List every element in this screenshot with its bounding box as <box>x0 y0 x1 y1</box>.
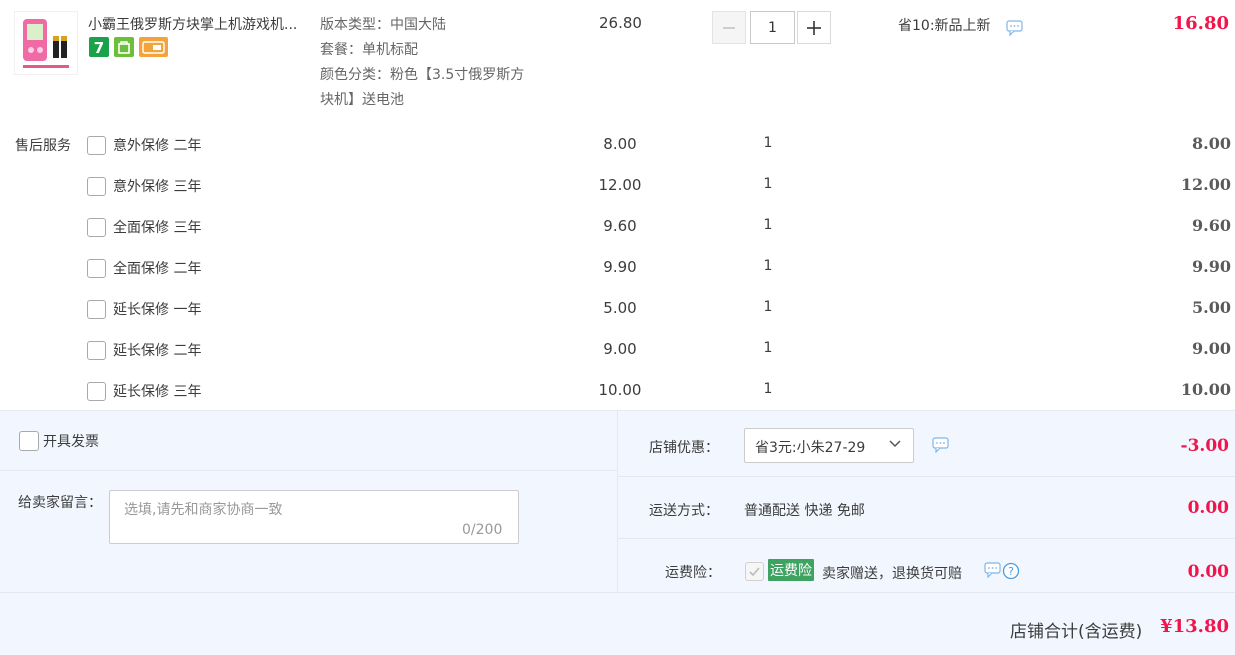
service-price: 5.00 <box>603 299 637 317</box>
service-quantity: 1 <box>763 381 773 397</box>
service-row: 全面保修 三年 9.60 1 9.60 <box>0 214 1235 255</box>
message-char-count: 0/200 <box>462 522 503 538</box>
service-name[interactable]: 延长保修 一年 <box>113 299 201 319</box>
svg-text:7: 7 <box>94 39 104 57</box>
row-divider <box>618 538 1235 539</box>
message-label: 给卖家留言： <box>18 495 102 511</box>
product-title-link[interactable]: 小霸王俄罗斯方块掌上机游戏机... <box>88 14 297 34</box>
quantity-decrease-button[interactable] <box>712 11 746 44</box>
panel-divider <box>617 410 618 592</box>
chat-bubble-icon[interactable] <box>932 437 949 457</box>
service-row: 意外保修 二年 8.00 1 8.00 <box>0 132 1235 173</box>
insurance-badge: 运费险 <box>768 559 814 581</box>
service-price: 12.00 <box>598 176 642 194</box>
service-checkbox[interactable] <box>87 341 106 360</box>
invoice-label[interactable]: 开具发票 <box>43 431 99 451</box>
service-checkbox[interactable] <box>87 177 106 196</box>
row-divider <box>0 470 617 471</box>
service-name[interactable]: 延长保修 三年 <box>113 381 201 401</box>
quantity-input[interactable]: 1 <box>750 11 795 44</box>
service-name[interactable]: 意外保修 三年 <box>113 176 201 196</box>
product-row: 小霸王俄罗斯方块掌上机游戏机... 7 版本类型：中国大陆 套餐：单机标配 颜色… <box>0 0 1235 125</box>
insurance-description: 卖家赠送，退换货可赔 <box>822 566 962 582</box>
promo-text: 省10:新品上新 <box>898 18 991 34</box>
service-subtotal: 12.00 <box>1180 175 1231 194</box>
shipping-label: 运送方式： <box>649 503 719 519</box>
service-name[interactable]: 全面保修 三年 <box>113 217 201 237</box>
service-subtotal: 9.00 <box>1192 339 1231 358</box>
row-divider <box>618 476 1235 477</box>
coupon-selected-value[interactable]: 省3元:小朱27-29 <box>755 437 865 457</box>
service-name[interactable]: 意外保修 二年 <box>113 135 201 155</box>
bag-icon <box>114 37 134 57</box>
chat-bubble-icon[interactable] <box>984 562 1001 582</box>
service-row: 全面保修 二年 9.90 1 9.90 <box>0 255 1235 296</box>
service-quantity: 1 <box>763 135 773 151</box>
service-quantity: 1 <box>763 258 773 274</box>
service-checkbox[interactable] <box>87 218 106 237</box>
service-row: 延长保修 二年 9.00 1 9.00 <box>0 337 1235 378</box>
service-subtotal: 9.60 <box>1192 216 1231 235</box>
service-price: 9.90 <box>603 258 637 276</box>
service-price: 9.00 <box>603 340 637 358</box>
svg-text:?: ? <box>1008 565 1014 578</box>
insurance-label: 运费险： <box>665 565 721 581</box>
service-name[interactable]: 延长保修 二年 <box>113 340 201 360</box>
service-row: 延长保修 一年 5.00 1 5.00 <box>0 296 1235 337</box>
service-price: 10.00 <box>598 381 642 399</box>
row-divider <box>0 592 1235 593</box>
insurance-amount: 0.00 <box>1187 562 1229 582</box>
service-row: 意外保修 三年 12.00 1 12.00 <box>0 173 1235 214</box>
quantity-increase-button[interactable] <box>797 11 831 44</box>
spec-package: 套餐：单机标配 <box>320 42 418 58</box>
service-subtotal: 5.00 <box>1192 298 1231 317</box>
service-subtotal: 9.90 <box>1192 257 1231 276</box>
service-price: 9.60 <box>603 217 637 235</box>
card-icon <box>139 37 168 57</box>
shop-discount-label: 店铺优惠： <box>649 440 719 456</box>
product-thumbnail[interactable] <box>14 11 78 75</box>
shop-discount-amount: -3.00 <box>1180 436 1229 456</box>
service-price: 8.00 <box>603 135 637 153</box>
service-checkbox[interactable] <box>87 300 106 319</box>
invoice-checkbox[interactable] <box>19 431 39 451</box>
service-quantity: 1 <box>763 217 773 233</box>
shipping-method: 普通配送 快递 免邮 <box>744 503 865 519</box>
shipping-amount: 0.00 <box>1187 498 1229 518</box>
unit-price: 26.80 <box>599 14 642 32</box>
chevron-down-icon[interactable] <box>887 436 903 456</box>
help-icon[interactable]: ? <box>1002 562 1020 584</box>
service-checkbox[interactable] <box>87 259 106 278</box>
message-placeholder: 选填,请先和商家协商一致 <box>124 502 283 518</box>
service-quantity: 1 <box>763 176 773 192</box>
service-checkbox[interactable] <box>87 136 106 155</box>
seven-day-return-icon: 7 <box>89 37 109 57</box>
product-subtotal: 16.80 <box>1172 13 1229 34</box>
service-quantity: 1 <box>763 299 773 315</box>
chat-bubble-icon[interactable] <box>1006 20 1023 40</box>
service-checkbox[interactable] <box>87 382 106 401</box>
spec-color-cont: 块机】送电池 <box>320 92 404 108</box>
service-subtotal: 10.00 <box>1180 380 1231 399</box>
shop-total-label: 店铺合计(含运费) <box>1010 622 1143 642</box>
service-name[interactable]: 全面保修 二年 <box>113 258 201 278</box>
insurance-checkbox <box>745 562 764 581</box>
service-subtotal: 8.00 <box>1192 134 1231 153</box>
shop-total-value: ¥13.80 <box>1160 616 1229 637</box>
service-quantity: 1 <box>763 340 773 356</box>
spec-color: 颜色分类：粉色【3.5寸俄罗斯方 <box>320 67 525 83</box>
spec-version: 版本类型：中国大陆 <box>320 17 446 33</box>
